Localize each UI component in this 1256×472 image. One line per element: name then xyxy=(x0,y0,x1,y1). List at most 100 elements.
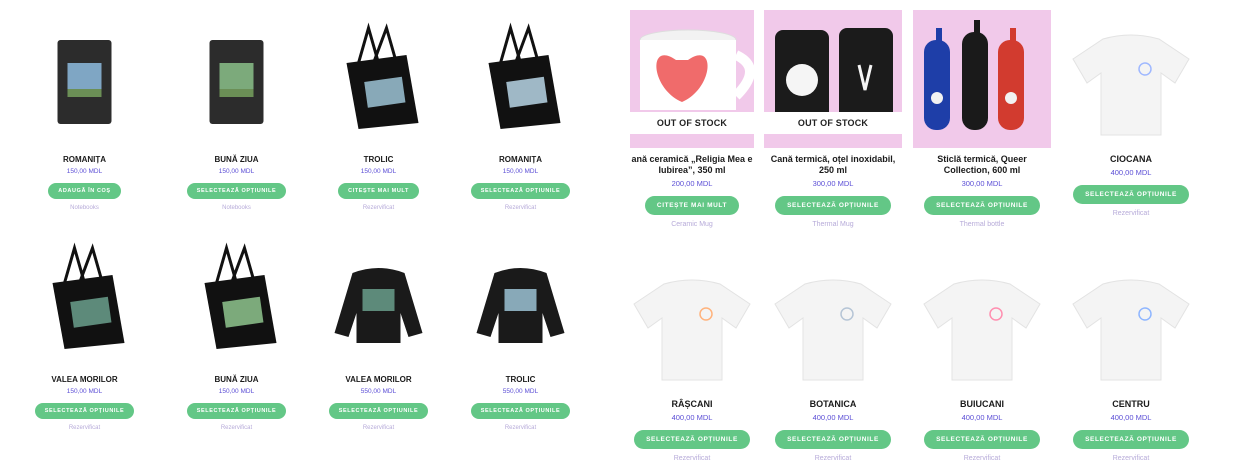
product-category[interactable]: Rezervificat xyxy=(764,455,902,462)
product-category[interactable]: Rezervificat xyxy=(1062,210,1200,217)
product-name[interactable]: ROMANIȚA xyxy=(22,154,147,165)
product-price: 150,00 MDL xyxy=(66,388,103,395)
product-name[interactable]: ROMANIȚA xyxy=(458,154,583,165)
product-card[interactable]: ROMANIȚA 150,00 MDL ADAUGĂ ÎN COȘ Notebo… xyxy=(22,18,147,211)
product-name[interactable]: BUIUCANI xyxy=(913,399,1051,410)
product-image[interactable] xyxy=(458,18,583,148)
product-image[interactable]: OUT OF STOCK xyxy=(630,10,754,148)
product-card[interactable]: TROLIC 150,00 MDL CITEȘTE MAI MULT Rezer… xyxy=(316,18,441,211)
product-illustration xyxy=(22,18,147,148)
product-category[interactable]: Rezervificat xyxy=(174,425,299,431)
product-illustration xyxy=(630,255,754,393)
read-more-button[interactable]: CITEȘTE MAI MULT xyxy=(644,196,740,215)
product-category[interactable]: Rezervificat xyxy=(913,455,1051,462)
product-name[interactable]: BUNĂ ZIUA xyxy=(174,154,299,165)
select-options-button[interactable]: SELECTEAZĂ OPȚIUNILE xyxy=(186,183,287,199)
product-price: 150,00 MDL xyxy=(360,168,397,175)
product-name[interactable]: TROLIC xyxy=(458,374,583,385)
left-product-grid: ROMANIȚA 150,00 MDL ADAUGĂ ÎN COȘ Notebo… xyxy=(0,0,628,472)
add-to-cart-button[interactable]: ADAUGĂ ÎN COȘ xyxy=(48,183,121,199)
product-image[interactable] xyxy=(630,255,754,393)
out-of-stock-badge: OUT OF STOCK xyxy=(630,112,754,134)
product-category[interactable]: Thermal bottle xyxy=(913,221,1051,228)
product-price: 150,00 MDL xyxy=(218,168,255,175)
product-illustration xyxy=(174,238,299,368)
product-illustration xyxy=(764,255,902,393)
product-category[interactable]: Rezervificat xyxy=(630,455,754,462)
product-card[interactable]: VALEA MORILOR 550,00 MDL SELECTEAZĂ OPȚI… xyxy=(316,238,441,431)
product-image[interactable] xyxy=(1062,10,1200,148)
product-name[interactable]: VALEA MORILOR xyxy=(316,374,441,385)
product-card[interactable]: OUT OF STOCK ană ceramică „Religia Mea e… xyxy=(630,10,754,228)
product-name[interactable]: VALEA MORILOR xyxy=(22,374,147,385)
product-category[interactable]: Rezervificat xyxy=(458,205,583,211)
product-price: 550,00 MDL xyxy=(502,388,539,395)
product-category[interactable]: Thermal Mug xyxy=(764,221,902,228)
select-options-button[interactable]: SELECTEAZĂ OPȚIUNILE xyxy=(186,403,287,419)
product-name[interactable]: BUNĂ ZIUA xyxy=(174,374,299,385)
right-product-grid: OUT OF STOCK ană ceramică „Religia Mea e… xyxy=(630,0,1256,472)
product-card[interactable]: BOTANICA 400,00 MDL SELECTEAZĂ OPȚIUNILE… xyxy=(764,255,902,462)
product-image[interactable] xyxy=(1062,255,1200,393)
select-options-button[interactable]: SELECTEAZĂ OPȚIUNILE xyxy=(924,430,1040,449)
product-card[interactable]: CENTRU 400,00 MDL SELECTEAZĂ OPȚIUNILE R… xyxy=(1062,255,1200,462)
select-options-button[interactable]: SELECTEAZĂ OPȚIUNILE xyxy=(775,430,891,449)
product-name[interactable]: CIOCANA xyxy=(1062,154,1200,165)
product-image[interactable] xyxy=(316,18,441,148)
product-card[interactable]: BUIUCANI 400,00 MDL SELECTEAZĂ OPȚIUNILE… xyxy=(913,255,1051,462)
product-name[interactable]: ană ceramică „Religia Mea e Iubirea”, 35… xyxy=(630,154,754,176)
product-category[interactable]: Rezervificat xyxy=(22,425,147,431)
select-options-button[interactable]: SELECTEAZĂ OPȚIUNILE xyxy=(34,403,135,419)
product-price: 400,00 MDL xyxy=(1110,413,1152,422)
select-options-button[interactable]: SELECTEAZĂ OPȚIUNILE xyxy=(775,196,891,215)
product-image[interactable] xyxy=(913,10,1051,148)
product-name[interactable]: BOTANICA xyxy=(764,399,902,410)
product-image[interactable] xyxy=(22,18,147,148)
select-options-button[interactable]: SELECTEAZĂ OPȚIUNILE xyxy=(470,403,571,419)
product-price: 200,00 MDL xyxy=(671,179,713,188)
product-category[interactable]: Rezervificat xyxy=(458,425,583,431)
product-name[interactable]: RÂȘCANI xyxy=(630,399,754,410)
select-options-button[interactable]: SELECTEAZĂ OPȚIUNILE xyxy=(924,196,1040,215)
product-image[interactable] xyxy=(22,238,147,368)
product-image[interactable] xyxy=(174,18,299,148)
product-category[interactable]: Ceramic Mug xyxy=(630,221,754,228)
product-price: 150,00 MDL xyxy=(218,388,255,395)
product-price: 150,00 MDL xyxy=(66,168,103,175)
product-name[interactable]: Cană termică, oțel inoxidabil, 250 ml xyxy=(764,154,902,176)
product-card[interactable]: ROMANIȚA 150,00 MDL SELECTEAZĂ OPȚIUNILE… xyxy=(458,18,583,211)
product-name[interactable]: CENTRU xyxy=(1062,399,1200,410)
product-category[interactable]: Rezervificat xyxy=(316,425,441,431)
product-image[interactable] xyxy=(316,238,441,368)
product-card[interactable]: CIOCANA 400,00 MDL SELECTEAZĂ OPȚIUNILE … xyxy=(1062,10,1200,217)
product-illustration xyxy=(913,10,1051,148)
product-image[interactable] xyxy=(913,255,1051,393)
product-image[interactable]: OUT OF STOCK xyxy=(764,10,902,148)
product-card[interactable]: RÂȘCANI 400,00 MDL SELECTEAZĂ OPȚIUNILE … xyxy=(630,255,754,462)
product-category[interactable]: Rezervificat xyxy=(1062,455,1200,462)
select-options-button[interactable]: SELECTEAZĂ OPȚIUNILE xyxy=(470,183,571,199)
product-name[interactable]: Sticlă termică, Queer Collection, 600 ml xyxy=(913,154,1051,176)
product-card[interactable]: BUNĂ ZIUA 150,00 MDL SELECTEAZĂ OPȚIUNIL… xyxy=(174,238,299,431)
select-options-button[interactable]: SELECTEAZĂ OPȚIUNILE xyxy=(1073,185,1189,204)
product-category[interactable]: Notebooks xyxy=(22,205,147,211)
product-illustration xyxy=(22,238,147,368)
product-card[interactable]: VALEA MORILOR 150,00 MDL SELECTEAZĂ OPȚI… xyxy=(22,238,147,431)
product-card[interactable]: TROLIC 550,00 MDL SELECTEAZĂ OPȚIUNILE R… xyxy=(458,238,583,431)
product-image[interactable] xyxy=(174,238,299,368)
product-card[interactable]: Sticlă termică, Queer Collection, 600 ml… xyxy=(913,10,1051,228)
read-more-button[interactable]: CITEȘTE MAI MULT xyxy=(338,183,419,199)
select-options-button[interactable]: SELECTEAZĂ OPȚIUNILE xyxy=(1073,430,1189,449)
select-options-button[interactable]: SELECTEAZĂ OPȚIUNILE xyxy=(634,430,750,449)
product-card[interactable]: OUT OF STOCK Cană termică, oțel inoxidab… xyxy=(764,10,902,228)
product-category[interactable]: Rezervificat xyxy=(316,205,441,211)
product-image[interactable] xyxy=(458,238,583,368)
product-category[interactable]: Notebooks xyxy=(174,205,299,211)
product-card[interactable]: BUNĂ ZIUA 150,00 MDL SELECTEAZĂ OPȚIUNIL… xyxy=(174,18,299,211)
product-illustration xyxy=(458,238,583,368)
select-options-button[interactable]: SELECTEAZĂ OPȚIUNILE xyxy=(328,403,429,419)
product-name[interactable]: TROLIC xyxy=(316,154,441,165)
product-image[interactable] xyxy=(764,255,902,393)
product-illustration xyxy=(458,18,583,148)
product-illustration xyxy=(1062,10,1200,148)
